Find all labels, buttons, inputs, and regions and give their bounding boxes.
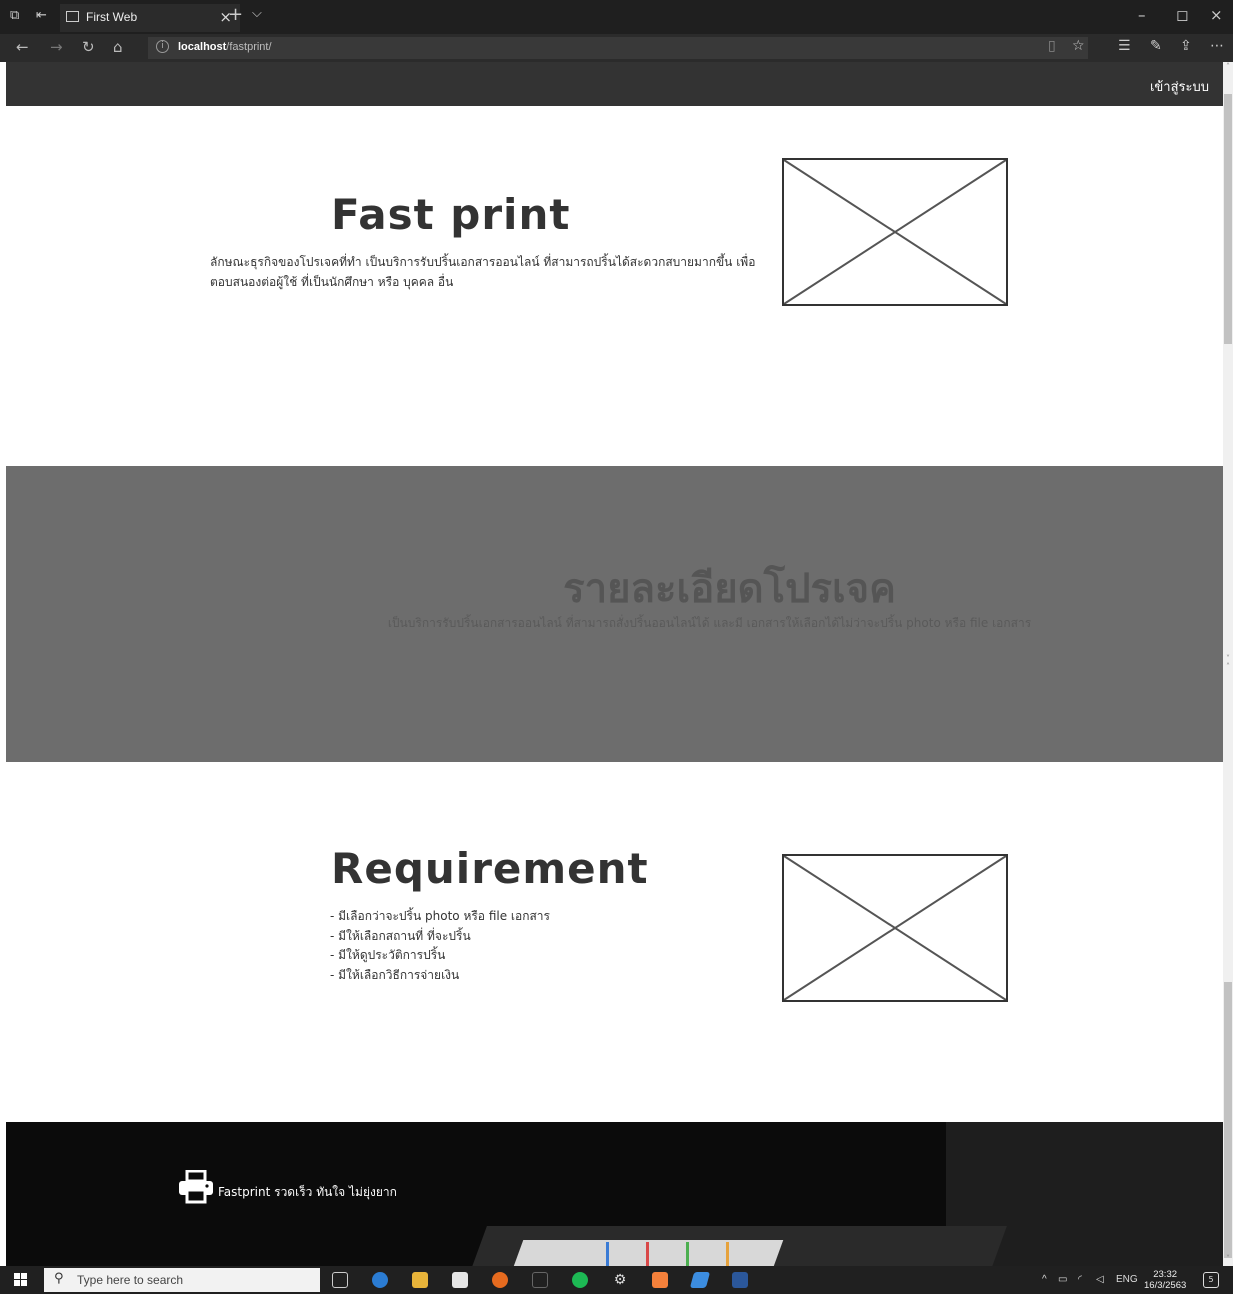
list-item: - มีให้เลือกวิธีการจ่ายเงิน [330,967,460,982]
favorites-icon[interactable]: ☰ [1118,38,1131,54]
requirement-image-placeholder [782,854,1008,1002]
tab-title: First Web [86,10,138,24]
hero-image-placeholder [782,158,1008,306]
browser-tab-bar: ⧉ ⇤ First Web × + ⌵ – ◻ × [0,0,1233,34]
hero-title: Fast print [331,190,571,239]
search-placeholder: Type here to search [77,1273,184,1287]
taskbar-clock[interactable]: 23:32 16/3/2563 [1144,1269,1186,1291]
tab-actions-icon[interactable]: ⧉ [10,8,19,23]
close-window-button[interactable]: × [1210,6,1223,24]
scroll-down-icon[interactable]: ˅ [1223,1254,1233,1263]
details-title: รายละเอียดโปรเจค [563,566,896,612]
page-viewport: เข้าสู่ระบบ Fast print ลักษณะธุรกิจของโป… [6,62,1223,1266]
info-icon[interactable]: i [156,40,169,53]
scroll-thumb[interactable] [1224,94,1232,344]
windows-taskbar: ⚲ Type here to search ⚙ ^ ▭ ◜ ◁ ENG 23:3… [0,1266,1233,1294]
file-explorer-icon[interactable] [412,1272,428,1288]
firefox-icon[interactable] [492,1272,508,1288]
settings-gear-icon[interactable]: ⚙ [612,1272,628,1288]
login-link[interactable]: เข้าสู่ระบบ [1150,76,1209,97]
list-item: - มีให้เลือกสถานที่ ที่จะปริ้น [330,928,471,943]
volume-icon[interactable]: ◁ [1096,1274,1104,1285]
xampp-icon[interactable] [652,1272,668,1288]
new-tab-button[interactable]: + [228,4,243,25]
more-icon[interactable]: ⋯ [1210,38,1224,54]
notepad-icon[interactable] [689,1272,711,1288]
footer-brand: Fastprint รวดเร็ว ทันใจ ไม่ยุ่งยาก [178,1170,397,1204]
scroll-thumb[interactable] [1224,982,1232,1258]
edge-icon[interactable] [372,1272,388,1288]
project-details-section: รายละเอียดโปรเจค เป็นบริการรับปริ้นเอกสา… [6,466,1223,762]
scroll-up-icon[interactable]: ˄ [1223,662,1233,671]
footer-brand-text: Fastprint รวดเร็ว ทันใจ ไม่ยุ่งยาก [218,1184,397,1199]
tab-first-web[interactable]: First Web × [60,4,240,32]
maximize-button[interactable]: ◻ [1176,6,1188,24]
word-icon[interactable] [732,1272,748,1288]
store-icon[interactable] [452,1272,468,1288]
site-navbar: เข้าสู่ระบบ [6,62,1223,106]
requirement-list: - มีเลือกว่าจะปริ้น photo หรือ file เอกส… [330,907,550,985]
paper-stripe [726,1242,729,1266]
share-icon[interactable]: ⇪ [1180,38,1192,54]
notification-count: 5 [1208,1275,1214,1284]
details-text: เป็นบริการรับปริ้นเอกสารออนไลน์ ที่สามาร… [387,616,1032,630]
page-icon [66,11,79,22]
pen-icon[interactable]: ✎ [1150,38,1162,54]
paper-stripe [606,1242,609,1266]
battery-icon[interactable]: ▭ [1058,1274,1067,1285]
wifi-icon[interactable]: ◜ [1078,1274,1082,1285]
refresh-icon[interactable]: ↻ [82,38,95,56]
tab-preview-icon[interactable]: ⌵ [252,6,262,21]
task-view-icon[interactable] [332,1272,348,1288]
list-item: - มีเลือกว่าจะปริ้น photo หรือ file เอกส… [330,909,550,923]
favorite-star-icon[interactable]: ☆ [1072,38,1085,54]
url-text: localhost/fastprint/ [178,41,272,53]
printer-icon [179,1170,213,1204]
clock-date: 16/3/2563 [1144,1280,1187,1291]
clock-time: 23:32 [1153,1269,1178,1280]
tab-aside-icon[interactable]: ⇤ [36,8,47,23]
tray-chevron-icon[interactable]: ^ [1042,1274,1047,1285]
list-item: - มีให้ดูประวัติการปริ้น [330,948,446,962]
paper-stripe [686,1242,689,1266]
windows-start-icon[interactable] [14,1273,28,1287]
url-field[interactable]: i localhost/fastprint/ [148,37,1088,59]
notion-icon[interactable] [532,1272,548,1288]
paper-stripe [646,1242,649,1266]
taskbar-search-input[interactable]: ⚲ Type here to search [44,1268,320,1292]
requirement-title: Requirement [331,844,649,893]
forward-icon[interactable]: → [50,38,63,56]
notification-icon[interactable]: 5 [1203,1272,1219,1288]
placeholder-cross-icon [784,856,1006,1000]
site-footer: Fastprint รวดเร็ว ทันใจ ไม่ยุ่งยาก [6,1122,1223,1266]
page-scrollbar[interactable]: ˄ ˅ ˄ ˅ [1223,62,1233,1266]
scroll-up-icon[interactable]: ˄ [1223,62,1233,71]
minimize-button[interactable]: – [1138,6,1146,24]
placeholder-cross-icon [784,160,1006,304]
hero-description: ลักษณะธุรกิจของโปรเจคที่ทำ เป็นบริการรับ… [210,255,756,289]
spotify-icon[interactable] [572,1272,588,1288]
language-indicator[interactable]: ENG [1116,1274,1138,1285]
reading-view-icon[interactable]: ▯ [1048,38,1056,54]
search-icon: ⚲ [54,1271,64,1286]
home-icon[interactable]: ⌂ [113,38,123,56]
address-bar: ← → ↻ ⌂ i localhost/fastprint/ ▯ ☆ ☰ ✎ ⇪… [0,34,1233,62]
back-icon[interactable]: ← [16,38,29,56]
